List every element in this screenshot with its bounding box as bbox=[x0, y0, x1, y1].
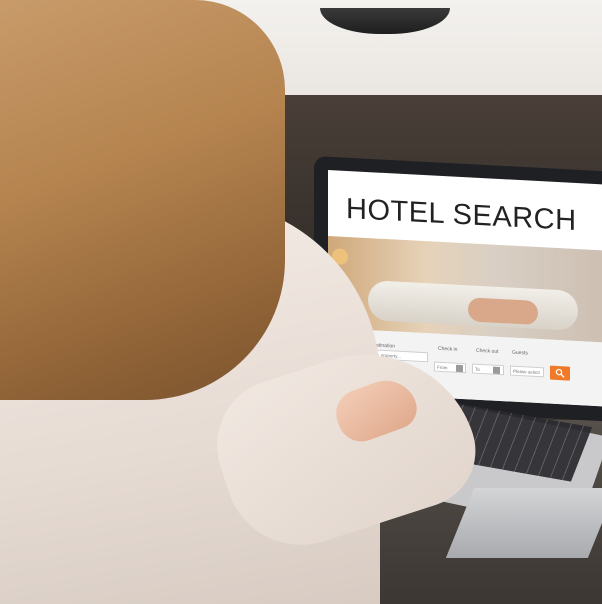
person-hair bbox=[0, 0, 285, 400]
guests-label: Guests bbox=[512, 349, 528, 357]
guests-select[interactable]: Please select bbox=[510, 365, 544, 378]
calendar-icon[interactable] bbox=[456, 364, 463, 373]
tablet-device bbox=[445, 488, 602, 558]
checkout-label: Check out bbox=[476, 347, 499, 355]
hand-on-towel bbox=[468, 297, 538, 326]
search-icon bbox=[555, 368, 565, 378]
search-button[interactable] bbox=[550, 365, 570, 381]
photo-scene: HOTEL SEARCH Destination City, property.… bbox=[0, 0, 602, 604]
checkin-label: Check in bbox=[438, 345, 458, 353]
hotel-search-title: HOTEL SEARCH bbox=[346, 192, 577, 238]
calendar-icon[interactable] bbox=[493, 366, 500, 375]
